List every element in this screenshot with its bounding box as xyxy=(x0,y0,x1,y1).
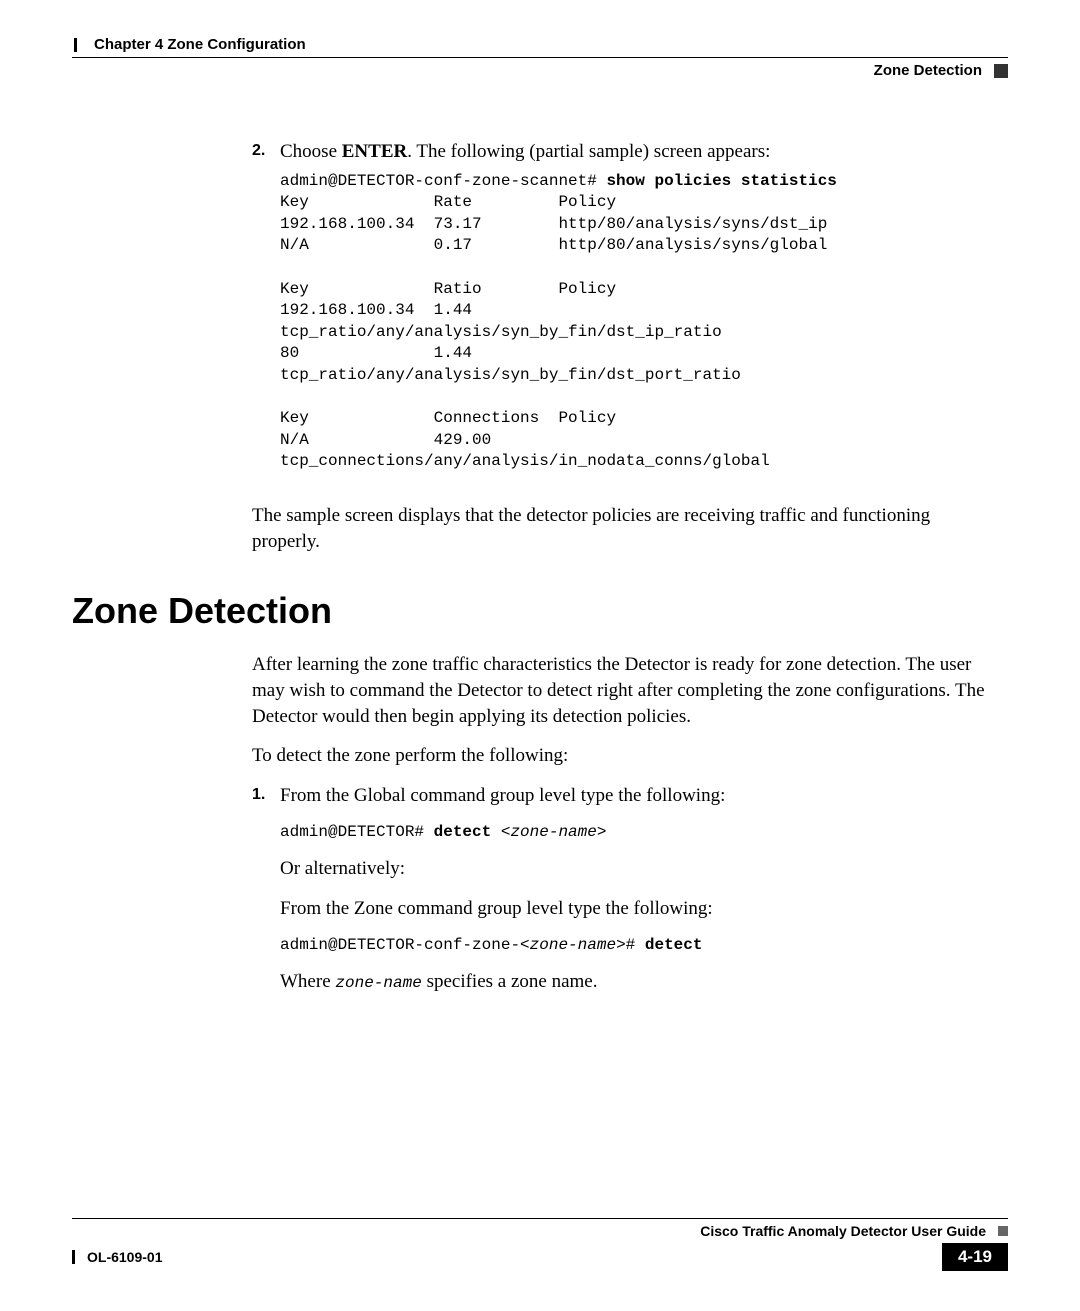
step1-lead2: From the Zone command group level type t… xyxy=(280,896,988,922)
footer-row-docpage: OL-6109-01 4-19 xyxy=(72,1243,1008,1271)
section-p2: To detect the zone perform the following… xyxy=(252,743,988,769)
zone-name-var: zone-name xyxy=(335,974,421,992)
code-prompt: admin@DETECTOR-conf-zone-scannet# xyxy=(280,172,606,190)
step2-after-para: The sample screen displays that the dete… xyxy=(252,503,988,554)
step2-lead: Choose ENTER. The following (partial sam… xyxy=(280,139,988,165)
page-content: 2. Choose ENTER. The following (partial … xyxy=(252,139,988,554)
text: Choose xyxy=(280,141,342,162)
text: Where xyxy=(280,971,335,992)
footer-square-icon xyxy=(998,1226,1008,1236)
code-ital: <zone-name> xyxy=(501,823,607,841)
page-number: 4-19 xyxy=(942,1243,1008,1271)
header-square-icon xyxy=(994,64,1008,78)
page-header: Chapter 4 Zone Configuration xyxy=(72,36,1008,53)
step-body: From the Global command group level type… xyxy=(280,783,988,1009)
footer-left-bar xyxy=(72,1250,75,1264)
subheader-text: Zone Detection xyxy=(874,62,982,79)
footer-left: OL-6109-01 xyxy=(72,1249,162,1265)
section-body: After learning the zone traffic characte… xyxy=(252,652,988,1008)
footer-rule xyxy=(72,1218,1008,1219)
text: . The following (partial sample) screen … xyxy=(407,141,770,162)
chapter-label: Chapter 4 Zone Configuration xyxy=(94,36,306,53)
footer-guide-title: Cisco Traffic Anomaly Detector User Guid… xyxy=(700,1223,986,1239)
code-pre: admin@DETECTOR-conf-zone-< xyxy=(280,936,530,954)
step-1: 1. From the Global command group level t… xyxy=(252,783,988,1009)
step-number: 1. xyxy=(252,783,280,1009)
code-sample: admin@DETECTOR-conf-zone-scannet# show p… xyxy=(280,171,988,473)
footer-row-guide: Cisco Traffic Anomaly Detector User Guid… xyxy=(72,1223,1008,1239)
step-number: 2. xyxy=(252,139,280,485)
code-ital: zone-name xyxy=(530,936,616,954)
header-rule xyxy=(72,57,1008,58)
section-p1: After learning the zone traffic characte… xyxy=(252,652,988,729)
enter-key: ENTER xyxy=(342,141,407,162)
or-alt: Or alternatively: xyxy=(280,856,988,882)
code-output: Key Rate Policy 192.168.100.34 73.17 htt… xyxy=(280,193,827,470)
code-bold: detect xyxy=(434,823,501,841)
step-2: 2. Choose ENTER. The following (partial … xyxy=(252,139,988,485)
code-detect-global: admin@DETECTOR# detect <zone-name> xyxy=(280,822,988,844)
code-detect-zone: admin@DETECTOR-conf-zone-<zone-name># de… xyxy=(280,935,988,957)
step1-lead: From the Global command group level type… xyxy=(280,783,988,809)
where-clause: Where zone-name specifies a zone name. xyxy=(280,969,988,995)
header-left-bar xyxy=(74,38,77,52)
subheader-row: Zone Detection xyxy=(72,62,1008,79)
code-bold: detect xyxy=(645,936,703,954)
step-body: Choose ENTER. The following (partial sam… xyxy=(280,139,988,485)
code-prompt: admin@DETECTOR# xyxy=(280,823,434,841)
footer-doc-id: OL-6109-01 xyxy=(87,1249,162,1265)
section-title: Zone Detection xyxy=(72,590,1008,632)
code-command: show policies statistics xyxy=(606,172,836,190)
code-post: ># xyxy=(616,936,645,954)
text: specifies a zone name. xyxy=(422,971,598,992)
page-footer: Cisco Traffic Anomaly Detector User Guid… xyxy=(72,1218,1008,1271)
